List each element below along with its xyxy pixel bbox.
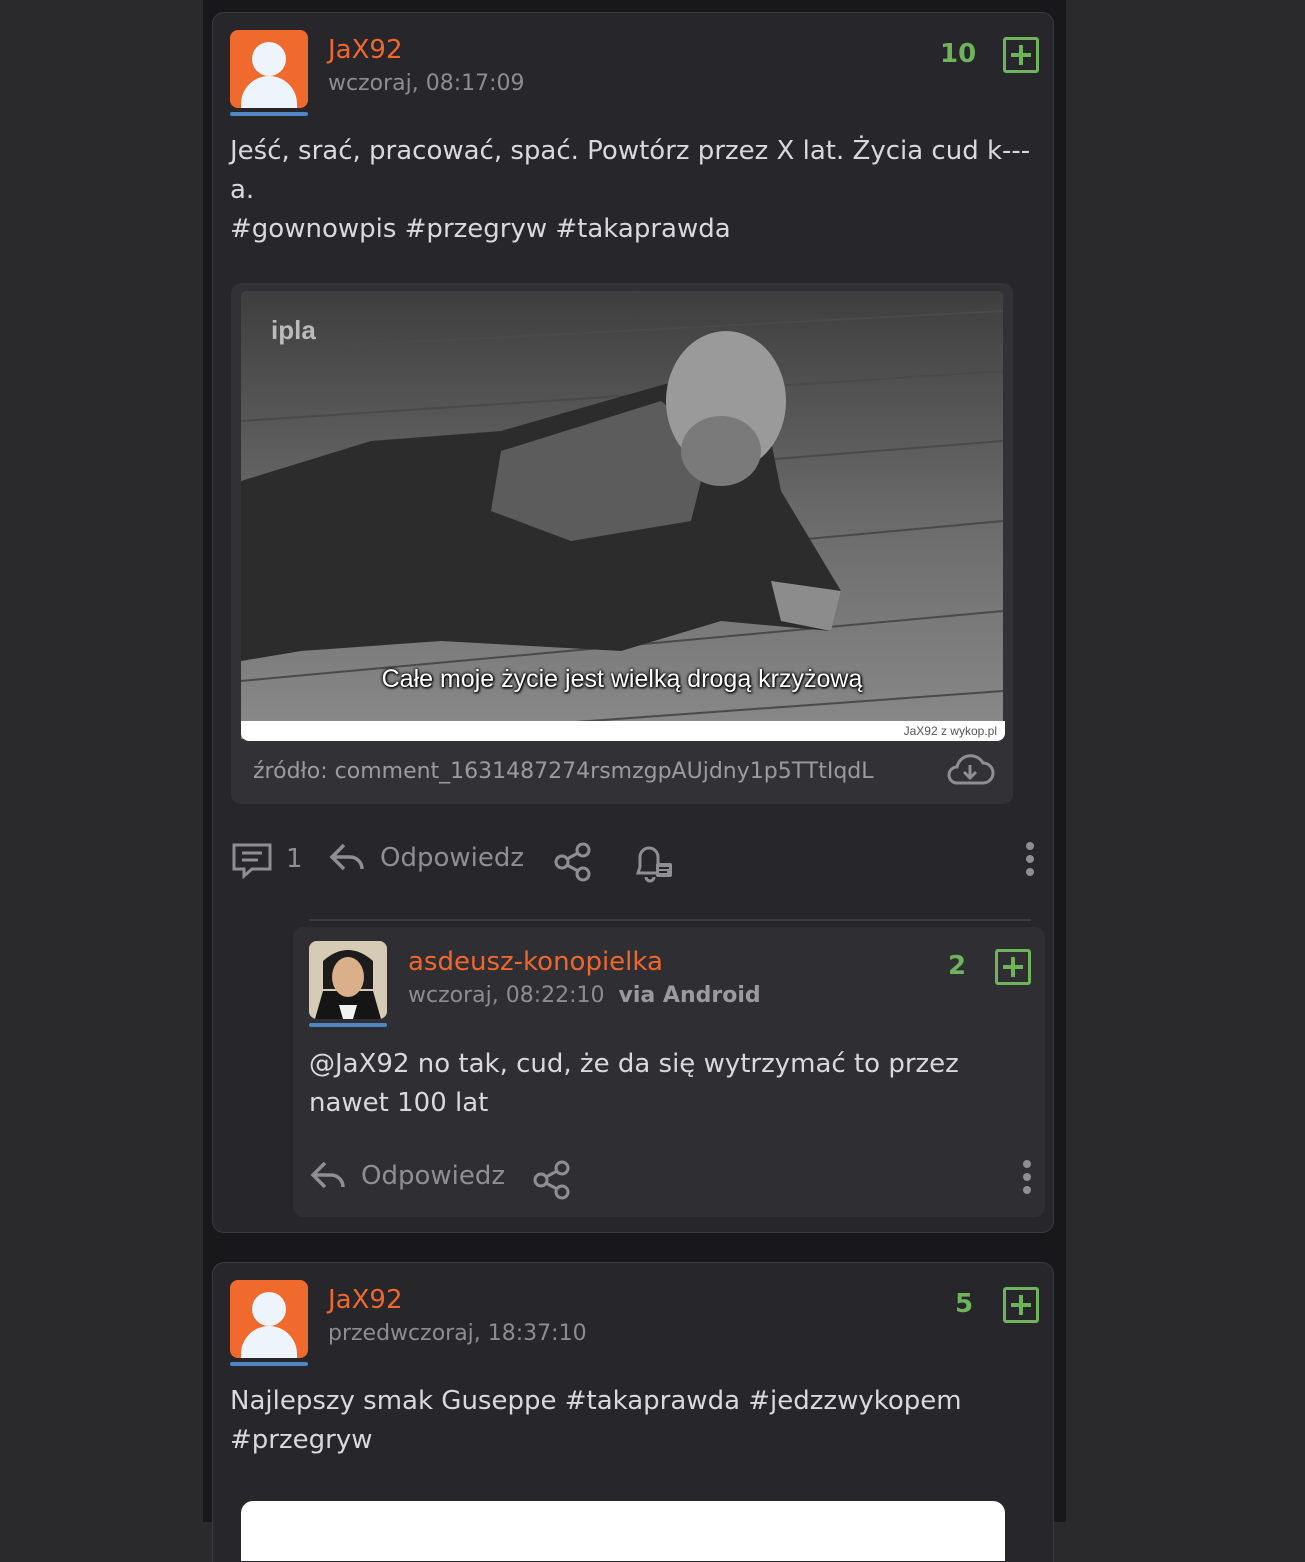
embedded-photo-partial[interactable] xyxy=(241,1501,1005,1561)
avatar-body-shape xyxy=(241,76,297,108)
entry-card: JaX92 przedwczoraj, 18:37:10 5 Najlepszy… xyxy=(212,1262,1054,1562)
comments-divider xyxy=(309,919,1031,921)
reply-icon xyxy=(310,1161,345,1189)
entry-text: Jeść, srać, pracować, spać. Powtórz prze… xyxy=(230,136,1031,205)
image-embed: ipla Całe moje życie jest wielką drogą k… xyxy=(231,283,1013,804)
avatar-underline xyxy=(230,1362,308,1366)
ipla-logo: ipla xyxy=(271,315,316,345)
author-username[interactable]: JaX92 xyxy=(328,1285,403,1315)
author-username[interactable]: JaX92 xyxy=(328,35,403,65)
reply-label: Odpowiedz xyxy=(361,1161,506,1191)
comment-upvote-button[interactable] xyxy=(995,949,1031,985)
reply-icon xyxy=(329,843,364,871)
comments-button[interactable]: 1 xyxy=(230,839,303,879)
post-timestamp[interactable]: wczoraj, 08:17:09 xyxy=(328,71,525,96)
avatar-body-shape xyxy=(241,1326,297,1358)
avatar[interactable] xyxy=(230,30,308,108)
comment-timestamp[interactable]: wczoraj, 08:22:10 xyxy=(408,983,605,1008)
share-icon[interactable] xyxy=(552,841,594,883)
bell-icon[interactable] xyxy=(632,841,676,883)
comments-count: 1 xyxy=(286,844,303,874)
comment-text: @JaX92 no tak, cud, że da się wytrzymać … xyxy=(309,1049,959,1118)
watermark-strip: JaX92 z wykop.pl xyxy=(241,721,1005,741)
comment-reply-button[interactable]: Odpowiedz xyxy=(309,1157,505,1195)
entry-actions: 1 Odpowiedz xyxy=(230,839,1050,883)
comment-username[interactable]: asdeusz-konopielka xyxy=(408,947,663,977)
wykop-watermark: JaX92 z wykop.pl xyxy=(903,724,997,738)
reply-label: Odpowiedz xyxy=(380,843,525,873)
avatar[interactable] xyxy=(230,1280,308,1358)
upvote-button[interactable] xyxy=(1003,1287,1039,1323)
comment-vote-count: 2 xyxy=(948,951,967,981)
vote-count: 10 xyxy=(940,39,977,69)
entry-text: Najlepszy smak Guseppe #takaprawda #jedz… xyxy=(230,1386,962,1455)
avatar-head-shape xyxy=(252,42,286,76)
share-icon[interactable] xyxy=(531,1159,573,1201)
avatar-head-shape xyxy=(252,1292,286,1326)
avatar-underline xyxy=(309,1023,387,1027)
comment-card: asdeusz-konopielka wczoraj, 08:22:10 via … xyxy=(293,927,1045,1217)
entry-card: JaX92 wczoraj, 08:17:09 10 Jeść, srać, p… xyxy=(212,12,1054,1233)
image-source[interactable]: źródło: comment_1631487274rsmzgpAUjdny1p… xyxy=(253,759,874,784)
comment-via: via Android xyxy=(618,983,761,1008)
comments-icon xyxy=(232,843,272,879)
upvote-button[interactable] xyxy=(1003,37,1039,73)
comment-avatar[interactable] xyxy=(309,941,387,1019)
vote-count: 5 xyxy=(955,1289,974,1319)
more-icon[interactable] xyxy=(1025,841,1035,877)
post-timestamp[interactable]: przedwczoraj, 18:37:10 xyxy=(328,1321,587,1346)
reply-button[interactable]: Odpowiedz xyxy=(328,839,524,877)
download-icon[interactable] xyxy=(945,753,995,787)
more-icon[interactable] xyxy=(1022,1159,1032,1195)
avatar-underline xyxy=(230,112,308,116)
image-caption: Całe moje życie jest wielką drogą krzyżo… xyxy=(381,665,863,693)
entry-tags[interactable]: #gownowpis #przegryw #takaprawda xyxy=(230,210,1040,249)
embedded-photo[interactable]: ipla Całe moje życie jest wielką drogą k… xyxy=(241,291,1003,739)
comment-meta: wczoraj, 08:22:10 via Android xyxy=(408,983,761,1008)
